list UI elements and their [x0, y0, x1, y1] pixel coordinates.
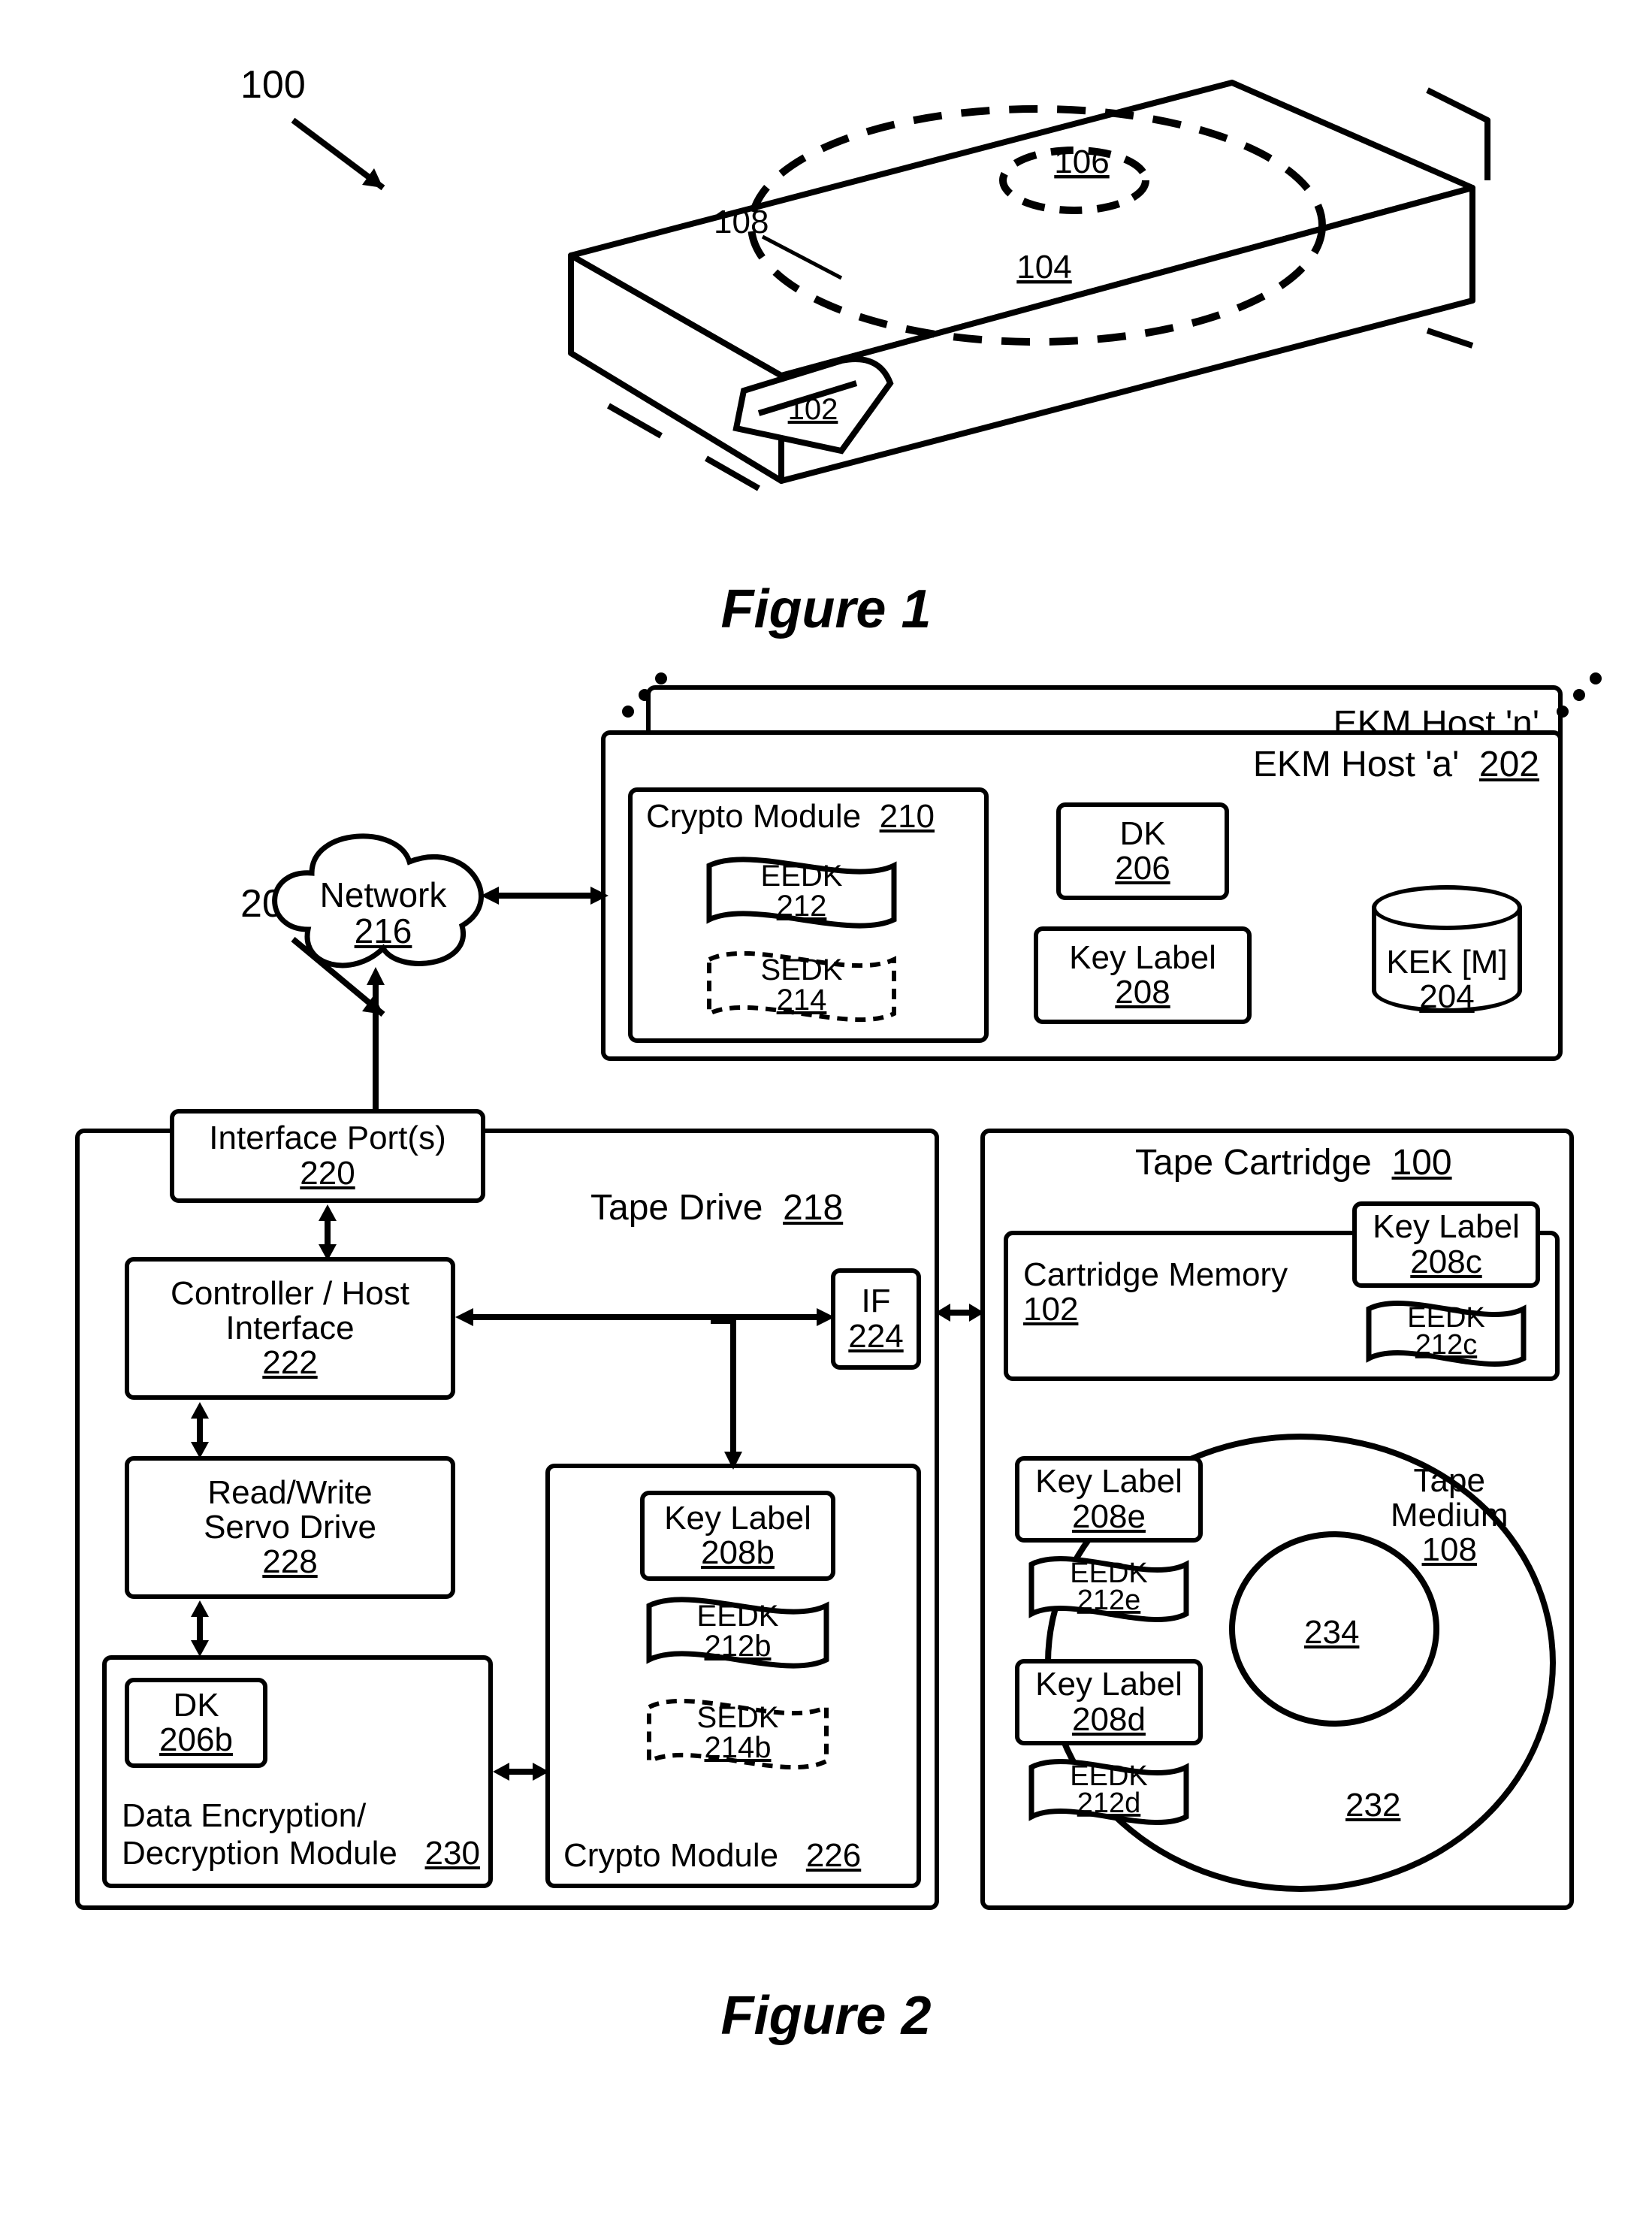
svg-text:212: 212 — [777, 890, 827, 923]
svg-text:104: 104 — [1016, 249, 1071, 286]
double-arrow-icon — [935, 1290, 984, 1335]
tape-medium-label: Tape Medium 108 — [1391, 1464, 1509, 1568]
sedk-214b: SEDK 214b — [640, 1686, 835, 1784]
ellipsis-icon — [613, 663, 681, 730]
figure-2-caption: Figure 2 — [30, 1985, 1622, 2047]
network-cloud: Network 216 — [270, 817, 496, 967]
ref-234: 234 — [1304, 1614, 1359, 1651]
key-label-box: Key Label 208 — [1034, 926, 1252, 1024]
ekm-host-a-title: EKM Host 'a' 202 — [1253, 744, 1539, 785]
svg-text:SEDK: SEDK — [697, 1701, 779, 1734]
data-enc-dec-module: DK 206b Data Encryption/ Decryption Modu… — [102, 1655, 493, 1888]
eedk-wave: EEDK 212 — [700, 845, 903, 942]
svg-text:212e: 212e — [1077, 1585, 1141, 1616]
reference-arrow-100: 100 100 — [218, 60, 413, 207]
svg-text:106: 106 — [1054, 144, 1109, 180]
double-arrow-icon — [353, 967, 398, 1132]
svg-text:214: 214 — [777, 984, 827, 1017]
sedk-wave: SEDK 214 — [700, 938, 903, 1036]
tape-cartridge-illustration: 106 104 108 102 102 104 106 108 — [421, 30, 1548, 556]
eedk-212d: EEDK 212d — [1022, 1748, 1195, 1838]
svg-text:212c: 212c — [1415, 1329, 1477, 1361]
key-label-208e: Key Label 208e — [1015, 1456, 1203, 1543]
double-arrow-icon — [493, 1749, 549, 1794]
fig1-ref-number: 100 — [240, 63, 306, 107]
ekm-crypto-module: Crypto Module 210 EEDK 212 EEDK212 SEDK … — [628, 787, 989, 1043]
key-label-208d: Key Label 208d — [1015, 1659, 1203, 1745]
tape-drive-box: Tape Drive 218 Interface Port(s) 220 Con… — [75, 1129, 939, 1910]
dk-box: DK 206 — [1056, 802, 1229, 900]
rw-servo-box: Read/Write Servo Drive 228 — [125, 1456, 455, 1599]
double-arrow-icon — [177, 1402, 222, 1458]
double-arrow-icon — [455, 1295, 835, 1340]
ekm-host-a-box: EKM Host 'a' 202 Crypto Module 210 EEDK … — [601, 730, 1563, 1061]
page: 100 100 — [30, 30, 1622, 2188]
svg-text:212b: 212b — [705, 1630, 772, 1663]
double-arrow-icon — [481, 873, 609, 918]
interface-ports-box: Interface Port(s) 220 — [170, 1109, 485, 1203]
eedk-212e: EEDK 212e — [1022, 1545, 1195, 1635]
double-arrow-icon — [177, 1600, 222, 1657]
kek-cylinder: KEK [M] 204 — [1372, 885, 1522, 1035]
eedk-212c: EEDK 212c — [1360, 1289, 1533, 1379]
svg-text:214b: 214b — [705, 1731, 772, 1764]
ellipsis-icon — [1548, 663, 1615, 730]
arrow-icon — [703, 1313, 763, 1471]
svg-text:SEDK: SEDK — [761, 953, 843, 987]
ref-232: 232 — [1345, 1787, 1400, 1824]
svg-text:212d: 212d — [1077, 1787, 1141, 1819]
svg-text:102: 102 — [788, 393, 838, 426]
svg-text:108: 108 — [714, 204, 769, 240]
double-arrow-icon — [305, 1204, 350, 1261]
tapedrive-crypto-module: Key Label 208b EEDK 212b EEDK 212b SEDK … — [545, 1464, 921, 1888]
svg-text:EEDK: EEDK — [697, 1600, 779, 1633]
key-label-208c: Key Label 208c — [1352, 1201, 1540, 1288]
dk-206b-box: DK 206b — [125, 1678, 267, 1768]
figure-2-system: EKM Host 'n' EKM Host 'a' 202 Crypto Mod… — [75, 685, 1578, 1963]
tape-cartridge-box: Tape Cartridge 100 Cartridge Memory 102 … — [980, 1129, 1574, 1910]
svg-text:EEDK: EEDK — [761, 860, 843, 893]
if-box: IF 224 — [831, 1268, 921, 1370]
eedk-212b: EEDK 212b — [640, 1585, 835, 1682]
controller-host-interface-box: Controller / Host Interface 222 — [125, 1257, 455, 1400]
cartridge-memory-box: Cartridge Memory 102 Key Label 208c EEDK… — [1004, 1231, 1560, 1381]
figure-1-caption: Figure 1 — [30, 579, 1622, 640]
key-label-208b: Key Label 208b — [640, 1491, 835, 1581]
